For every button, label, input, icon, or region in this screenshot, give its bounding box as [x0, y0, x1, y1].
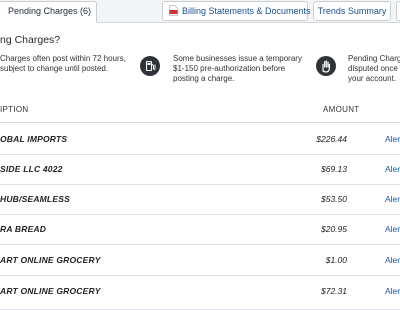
- table-row[interactable]: ART ONLINE GROCERY $1.00 Aler: [0, 246, 400, 276]
- tip-posting-line2: subject to change until posted.: [0, 64, 109, 73]
- table-row[interactable]: SIDE LLC 4022 $69.13 Aler: [0, 155, 400, 185]
- tip-dispute-line2: disputed once t: [348, 64, 400, 73]
- table-header: IPTION AMOUNT: [0, 96, 400, 123]
- pdf-icon: [169, 5, 178, 16]
- alert-link[interactable]: Aler: [385, 134, 400, 144]
- charge-description: OBAL IMPORTS: [0, 134, 68, 144]
- tab-trends-summary[interactable]: Trends Summary: [313, 1, 391, 21]
- tab-pending-charges[interactable]: Pending Charges (6): [0, 1, 97, 23]
- tip-preauth-line3: posting a charge.: [173, 74, 235, 83]
- tip-dispute-line1: Pending Charge: [348, 54, 400, 63]
- tip-dispute-line3: your account.: [348, 74, 397, 83]
- charge-description: HUB/SEAMLESS: [0, 194, 70, 204]
- charge-description: ART ONLINE GROCERY: [0, 286, 101, 296]
- column-amount-header[interactable]: AMOUNT: [323, 105, 359, 114]
- charge-amount: $53.50: [321, 194, 347, 204]
- tip-posting-line1: Charges often post within 72 hours,: [0, 54, 126, 63]
- table-row[interactable]: ART ONLINE GROCERY $72.31 Aler: [0, 277, 400, 306]
- table-row[interactable]: OBAL IMPORTS $226.44 Aler: [0, 125, 400, 155]
- gas-pump-icon: [140, 56, 160, 76]
- charge-amount: $1.00: [325, 255, 347, 265]
- alert-link[interactable]: Aler: [385, 286, 400, 296]
- alert-link[interactable]: Aler: [385, 255, 400, 265]
- billing-tab-label: Billing Statements & Documents: [182, 6, 311, 16]
- charge-description: ART ONLINE GROCERY: [0, 255, 101, 265]
- hand-stop-icon: [316, 56, 336, 76]
- charge-amount: $72.31: [321, 286, 347, 296]
- column-description-header[interactable]: IPTION: [0, 105, 28, 114]
- tab-overflow[interactable]: [396, 1, 400, 21]
- charge-description: SIDE LLC 4022: [0, 164, 63, 174]
- alert-link[interactable]: Aler: [385, 224, 400, 234]
- tip-preauth-line2: $1-150 pre-authorization before: [173, 64, 286, 73]
- table-row[interactable]: HUB/SEAMLESS $53.50 Aler: [0, 185, 400, 215]
- charge-amount: $69.13: [321, 164, 347, 174]
- alert-link[interactable]: Aler: [385, 194, 400, 204]
- charge-amount: $20.95: [321, 224, 347, 234]
- charge-amount: $226.44: [316, 134, 347, 144]
- pending-question-heading: ng Charges?: [0, 34, 61, 46]
- tip-preauth-line1: Some businesses issue a temporary: [173, 54, 302, 63]
- tab-bar: Pending Charges (6) Billing Statements &…: [0, 0, 400, 23]
- tab-billing-statements[interactable]: Billing Statements & Documents: [162, 1, 311, 21]
- charge-description: RA BREAD: [0, 224, 47, 234]
- table-row[interactable]: RA BREAD $20.95 Aler: [0, 215, 400, 245]
- alert-link[interactable]: Aler: [385, 164, 400, 174]
